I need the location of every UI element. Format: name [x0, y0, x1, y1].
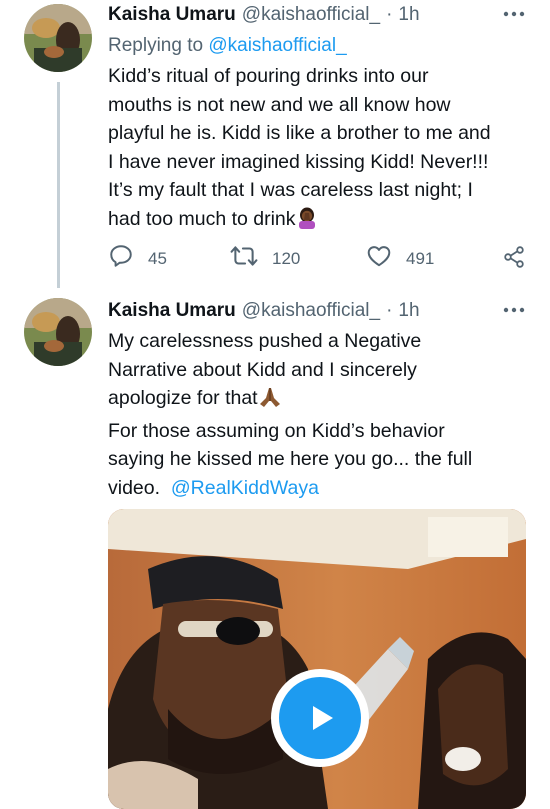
tweet-text-line: For those assuming on Kidd’s behavior [108, 419, 445, 442]
tweet-text-line: apologize for that [108, 387, 258, 409]
tweet-text-line: mouths is not new and we all know how [108, 93, 451, 116]
tweet-text: Kidd’s ritual of pouring drinks into our… [108, 62, 528, 237]
separator-dot: · [386, 300, 393, 321]
like-button[interactable]: 491 [366, 243, 434, 274]
heart-icon [366, 243, 392, 274]
avatar[interactable] [24, 4, 92, 72]
retweet-count: 120 [272, 248, 301, 268]
reply-button[interactable]: 45 [108, 243, 167, 274]
tweet-text-line: video. [108, 476, 161, 499]
tweet-text-line: It’s my fault that I was careless last n… [108, 179, 473, 201]
separator-dot: · [386, 4, 393, 25]
tweet-text-line: I have never imagined kissing Kidd! Neve… [108, 150, 489, 173]
tweet-text-line: had too much to drink [108, 207, 296, 230]
play-icon [279, 677, 361, 759]
avatar[interactable] [24, 298, 92, 366]
user-handle[interactable]: @kaishaofficial_ [242, 4, 380, 26]
more-options-icon[interactable] [502, 298, 526, 328]
tweet-header: Kaisha Umaru @kaishaofficial_ · 1h [108, 300, 420, 322]
replying-to-mention[interactable]: @kaishaofficial_ [208, 35, 346, 56]
replying-to: Replying to @kaishaofficial_ [108, 35, 347, 57]
timestamp[interactable]: 1h [398, 300, 419, 322]
woman-facepalming-emoji-icon [296, 207, 318, 238]
tweet-text-line: saying he kissed me here you go... the f… [108, 448, 473, 470]
tweet-text: My carelessness pushed a Negative Narrat… [108, 327, 528, 502]
tweet-text-line: Narrative about Kidd and I sincerely [108, 358, 417, 381]
reply-icon [108, 243, 134, 274]
folded-hands-emoji-icon [258, 386, 282, 417]
play-button[interactable] [271, 669, 369, 767]
mention-link[interactable]: @RealKiddWaya [171, 477, 319, 499]
tweet-text-line: Kidd’s ritual of pouring drinks into our [108, 65, 429, 87]
thread-line [57, 82, 60, 288]
tweet-text-line: playful he is. Kidd is like a brother to… [108, 122, 491, 144]
more-options-icon[interactable] [502, 2, 526, 32]
user-handle[interactable]: @kaishaofficial_ [242, 300, 380, 322]
replying-to-label: Replying to [108, 35, 204, 56]
tweet-text-line: My carelessness pushed a Negative [108, 330, 422, 352]
display-name[interactable]: Kaisha Umaru [108, 300, 236, 322]
retweet-button[interactable]: 120 [230, 243, 300, 274]
reply-count: 45 [148, 248, 167, 268]
timestamp[interactable]: 1h [398, 4, 419, 26]
display-name[interactable]: Kaisha Umaru [108, 4, 236, 26]
retweet-icon [230, 243, 258, 274]
share-icon[interactable] [502, 244, 526, 275]
tweet-header: Kaisha Umaru @kaishaofficial_ · 1h [108, 4, 420, 26]
like-count: 491 [406, 248, 435, 268]
